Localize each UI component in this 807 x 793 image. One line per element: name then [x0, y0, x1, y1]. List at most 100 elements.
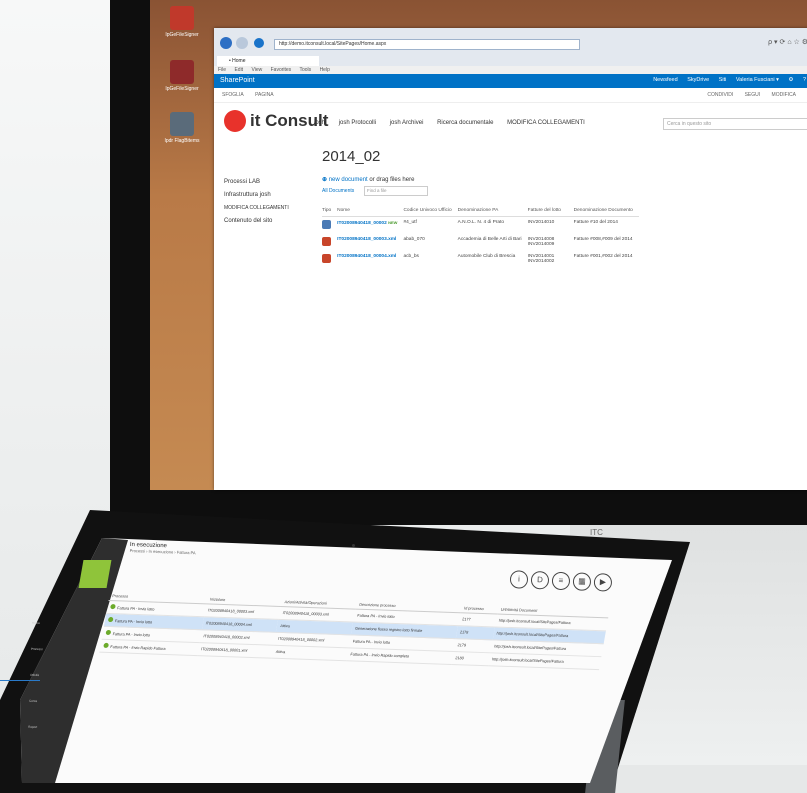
menu-view[interactable]: View	[251, 67, 262, 73]
table-row[interactable]: IT02008940418_00002 NEW #4_utf A.N.O.L. …	[322, 217, 639, 235]
newsfeed-link[interactable]: Newsfeed	[653, 77, 677, 83]
table-row[interactable]: IT02008940418_00004.xml acb_bs Automobil…	[322, 251, 639, 268]
lotto-cell: INV2014001 INV2014002	[527, 254, 555, 264]
tab-browse[interactable]: SFOGLIA	[222, 92, 244, 98]
browser-window: http://demo.itconsult.local/SitePages/Ho…	[214, 28, 807, 490]
ribbon: SFOGLIA PAGINA CONDIVIDI SEGUI MODIFICA	[214, 88, 807, 103]
list-icon[interactable]: ≡	[551, 571, 571, 591]
all-documents-view[interactable]: All Documents	[322, 188, 354, 194]
info-icon[interactable]: i	[509, 570, 529, 589]
processo-cell: Fattura PA - Invio lotto	[114, 619, 153, 625]
col-codice[interactable]: Codice Univoco Ufficio	[403, 206, 458, 217]
codice-cell: #4_utf	[403, 220, 417, 225]
sites-link[interactable]: Siti	[719, 77, 727, 83]
leftnav-edit-links[interactable]: MODIFICA COLLEGAMENTI	[224, 202, 289, 215]
col-nome[interactable]: Nome	[337, 206, 404, 217]
tablet-nav-report[interactable]: Report	[28, 714, 40, 740]
browser-controls[interactable]: ρ ▾ ⟳ ⌂ ☆ ⚙	[768, 38, 807, 46]
drag-hint: or drag files here	[369, 177, 415, 183]
desktop-icon-label: IpGeFileSigner	[165, 32, 199, 38]
nav-ricerca[interactable]: Ricerca documentale	[437, 120, 493, 126]
site-search-input[interactable]: Cerca in questo sito	[663, 118, 807, 130]
id-cell: 2180	[451, 651, 491, 666]
nav-josh-archivei[interactable]: josh Archivei	[390, 120, 424, 126]
leftnav-infrastruttura[interactable]: Infrastruttura josh	[224, 189, 289, 202]
processo-cell: Fattura PA - Invio Rapido Fattura	[109, 645, 166, 651]
edit-button[interactable]: MODIFICA	[772, 92, 796, 98]
pa-cell: A.N.O.L. N. 4 di Prato	[457, 220, 505, 225]
tablet-nav-attivita[interactable]: Attività	[30, 662, 42, 688]
menu-tools[interactable]: Tools	[299, 67, 311, 73]
help-icon[interactable]: ?	[803, 77, 806, 83]
col-tipo[interactable]: Tipo	[322, 206, 338, 217]
tablet-nav-cerca[interactable]: Cerca	[29, 688, 41, 714]
azioni-cell: Attiva	[271, 645, 349, 661]
play-icon[interactable]: ▶	[593, 573, 613, 592]
col-denominazione[interactable]: Denominazione Documento	[573, 206, 639, 217]
tablet-app-tile[interactable]	[78, 560, 112, 588]
document-app-icon	[170, 112, 194, 136]
doc-icon[interactable]: D	[530, 570, 550, 590]
suite-links: Newsfeed SkyDrive Siti Valeria Fusciani …	[645, 77, 806, 83]
nav-josh-protocolli[interactable]: josh Protocolli	[339, 120, 376, 126]
new-document-bar: ⊕ new document or drag files here	[322, 176, 414, 183]
document-name[interactable]: IT02008940418_00003.xml	[337, 234, 403, 251]
suite-bar: SharePoint Newsfeed SkyDrive Siti Valeri…	[214, 74, 807, 88]
settings-icon[interactable]: ⚙	[788, 77, 793, 83]
tablet-action-buttons: i D ≡ ▦ ▶	[509, 568, 616, 592]
users-app-icon	[170, 60, 194, 84]
document-name[interactable]: IT02008940418_00004.xml	[337, 251, 403, 268]
tablet-nav-processi[interactable]: Processi	[30, 636, 43, 662]
processo-cell: Fattura PA - Invio lotto	[112, 632, 151, 638]
browser-tab[interactable]: • Home	[217, 56, 319, 66]
desktop-icon-3[interactable]: Ipdr FlagBitems	[162, 112, 202, 144]
back-icon[interactable]	[220, 37, 232, 49]
new-document-link[interactable]: new document	[329, 177, 368, 183]
doc-cell: Fatture #008,#009 del 2014	[573, 237, 633, 242]
nav-josh[interactable]: josh	[314, 120, 325, 126]
menu-favorites[interactable]: Favorites	[271, 67, 292, 73]
processo-cell: Fattura PA - Invio lotto	[116, 606, 155, 612]
site-logo[interactable]: it Consult	[224, 110, 328, 132]
address-bar[interactable]: http://demo.itconsult.local/SitePages/Ho…	[274, 39, 580, 50]
grid-icon[interactable]: ▦	[572, 572, 592, 591]
follow-button[interactable]: SEGUI	[745, 92, 761, 98]
menu-edit[interactable]: Edit	[234, 67, 243, 73]
id-cell: 2178	[455, 625, 495, 640]
doc-cell: Fatture #001,#002 del 2014	[573, 254, 633, 259]
sharepoint-brand[interactable]: SharePoint	[220, 77, 255, 84]
desktop-icon-1[interactable]: IpGeFileSigner	[162, 6, 202, 38]
leftnav-site-contents[interactable]: Contenuto del sito	[224, 215, 289, 228]
browser-chrome: http://demo.itconsult.local/SitePages/Ho…	[214, 28, 807, 66]
add-icon[interactable]: ⊕	[322, 177, 327, 183]
pa-cell: Automobile Club di Brescia	[457, 254, 516, 259]
desktop-icon-2[interactable]: IpGeFileSigner	[162, 60, 202, 92]
status-dot	[107, 616, 114, 623]
nav-edit-links[interactable]: MODIFICA COLLEGAMENTI	[507, 120, 585, 126]
quick-launch: Processi LAB Infrastruttura josh MODIFIC…	[224, 176, 289, 228]
ie-icon	[254, 38, 264, 48]
tablet-camera	[352, 544, 355, 547]
top-navigation: josh josh Protocolli josh Archivei Ricer…	[314, 120, 597, 126]
tablet-nav-home[interactable]: Home	[31, 610, 43, 636]
document-name[interactable]: IT02008940418_00002	[337, 221, 387, 226]
menu-file[interactable]: File	[218, 67, 226, 73]
codice-cell: acb_bs	[403, 254, 419, 259]
find-file-input[interactable]: Find a file	[364, 186, 428, 196]
menu-help[interactable]: Help	[320, 67, 330, 73]
id-cell: 2179	[453, 638, 493, 653]
leftnav-processi[interactable]: Processi LAB	[224, 176, 289, 189]
user-menu[interactable]: Valeria Fusciani ▾	[736, 77, 779, 83]
desktop-icon-label: Ipdr FlagBitems	[164, 138, 200, 144]
share-button[interactable]: CONDIVIDI	[707, 92, 733, 98]
table-row[interactable]: IT02008940418_00003.xml abab_070 Accadem…	[322, 234, 639, 251]
status-dot	[103, 642, 110, 648]
accent-line	[0, 680, 40, 681]
col-pa[interactable]: Denominazione PA	[457, 206, 528, 217]
menu-bar: File Edit View Favorites Tools Help	[214, 66, 807, 74]
forward-icon[interactable]	[236, 37, 248, 49]
new-badge: NEW	[388, 220, 398, 225]
col-lotto[interactable]: Fatture del lotto	[527, 206, 574, 217]
skydrive-link[interactable]: SkyDrive	[687, 77, 709, 83]
tab-page[interactable]: PAGINA	[255, 92, 274, 98]
